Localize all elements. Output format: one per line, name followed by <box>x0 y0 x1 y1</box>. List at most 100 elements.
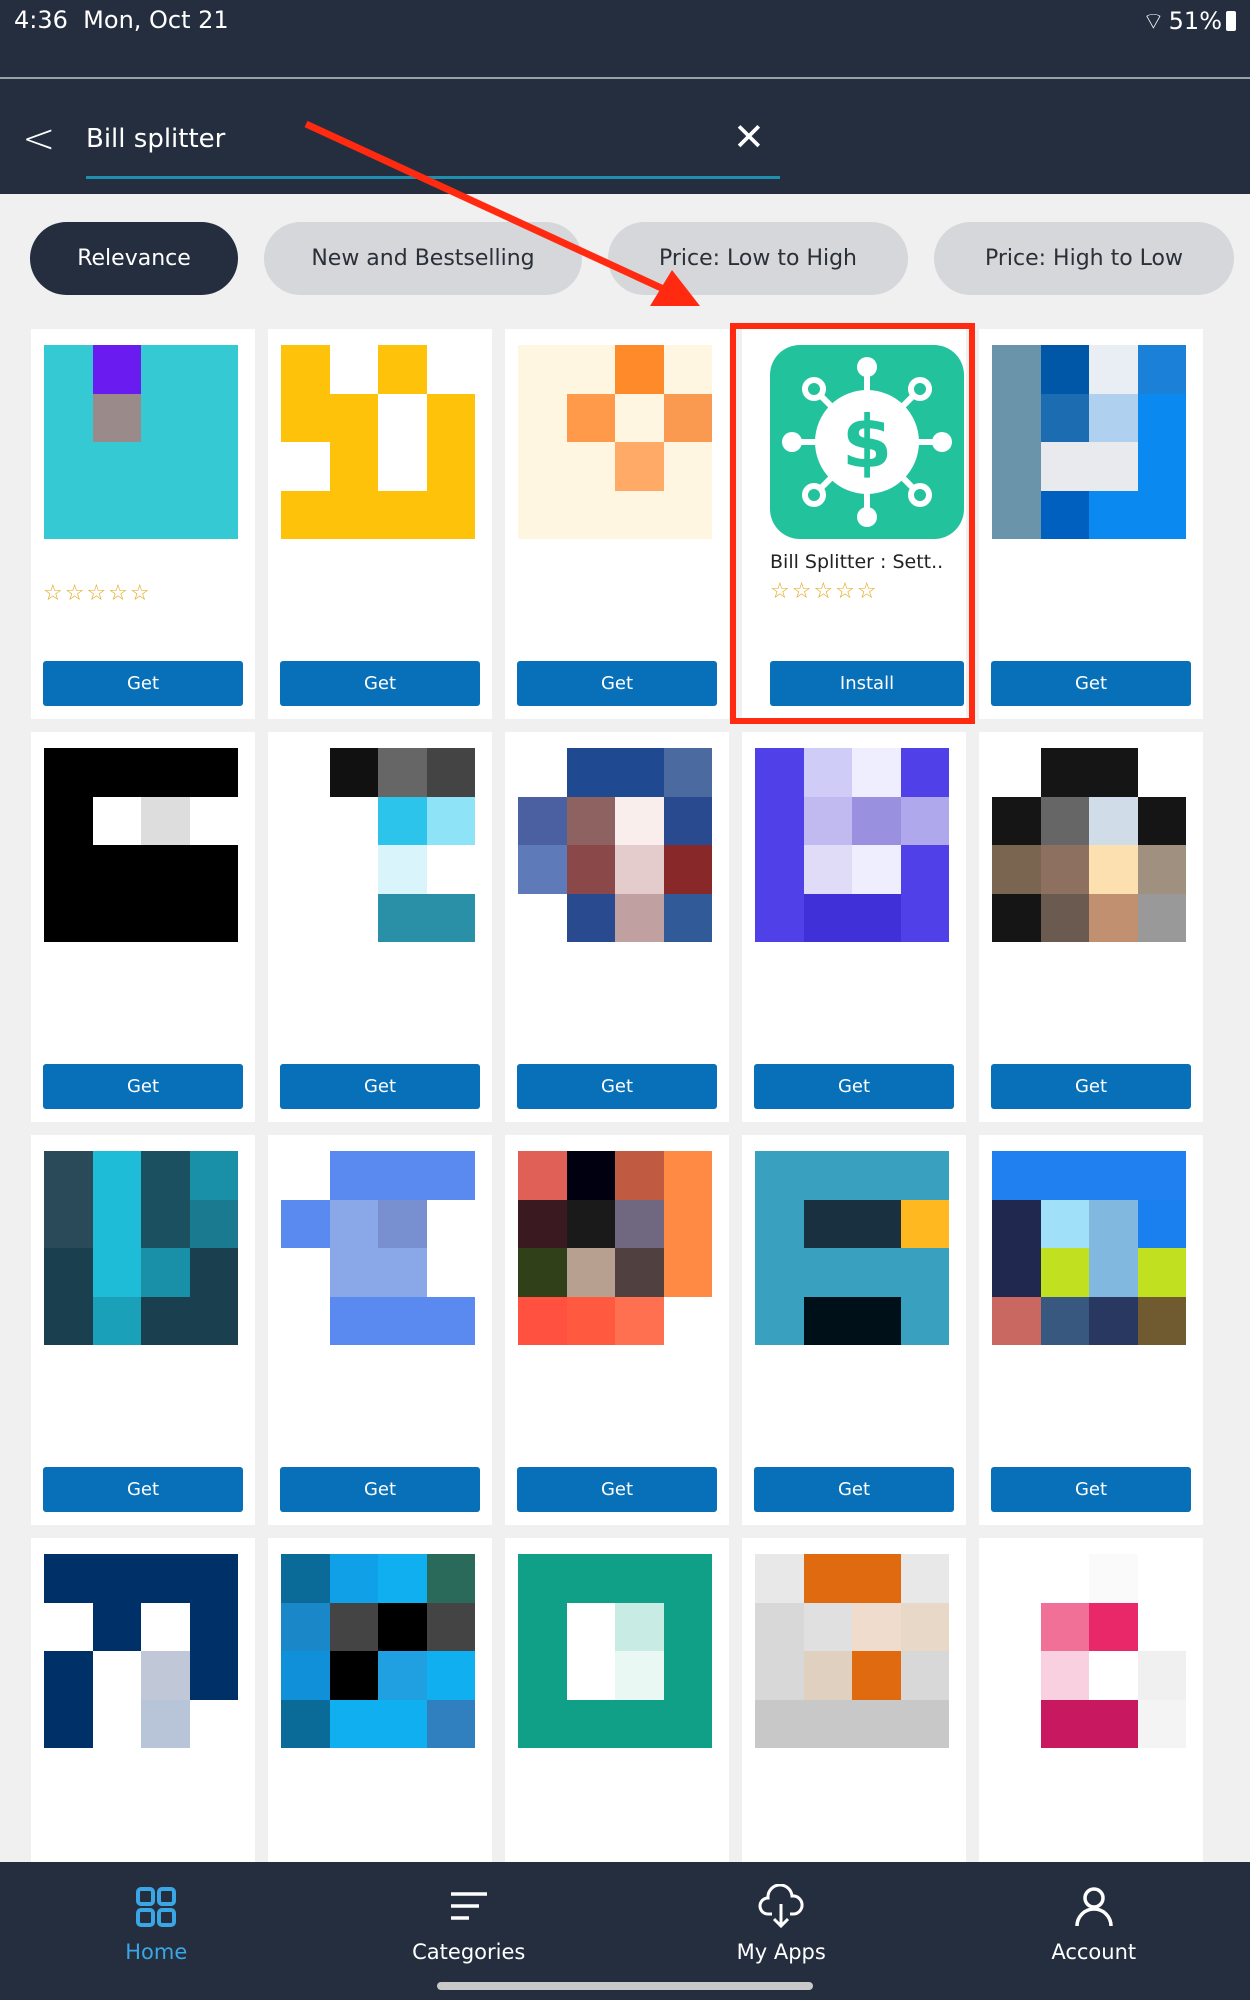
app-icon <box>755 1151 949 1345</box>
icon-pixel <box>189 845 238 894</box>
app-card[interactable]: Get <box>31 732 255 1122</box>
get-button[interactable]: Get <box>43 1467 243 1512</box>
get-button[interactable]: Get <box>517 661 717 706</box>
icon-pixel <box>329 442 378 491</box>
icon-pixel <box>518 748 567 797</box>
icon-pixel <box>852 1296 901 1345</box>
icon-pixel <box>92 796 141 845</box>
icon-pixel <box>615 393 664 442</box>
app-card[interactable]: Get <box>268 732 492 1122</box>
get-button[interactable]: Get <box>754 1064 954 1109</box>
icon-pixel <box>44 1699 93 1748</box>
get-button[interactable]: Get <box>280 1467 480 1512</box>
app-icon <box>281 1151 475 1345</box>
get-button[interactable]: Get <box>754 1467 954 1512</box>
icon-pixel <box>518 1651 567 1700</box>
app-card[interactable]: Get <box>979 1135 1203 1525</box>
icon-pixel <box>378 1602 427 1651</box>
icon-pixel <box>663 1554 712 1603</box>
app-card[interactable]: Get <box>505 1135 729 1525</box>
icon-pixel <box>663 845 712 894</box>
app-card[interactable]: Get <box>742 732 966 1122</box>
icon-pixel <box>663 1199 712 1248</box>
icon-pixel <box>141 1699 190 1748</box>
icon-pixel <box>281 845 330 894</box>
get-button[interactable]: Get <box>991 1064 1191 1109</box>
get-button[interactable]: Get <box>991 1467 1191 1512</box>
icon-pixel <box>189 1296 238 1345</box>
icon-pixel <box>1137 1651 1186 1700</box>
nav-label: Categories <box>412 1940 526 1964</box>
icon-pixel <box>992 1554 1041 1603</box>
install-button[interactable]: Install <box>770 661 964 706</box>
icon-pixel <box>518 1699 567 1748</box>
icon-pixel <box>329 1296 378 1345</box>
icon-pixel <box>663 1602 712 1651</box>
icon-pixel <box>1040 1248 1089 1297</box>
home-indicator[interactable] <box>437 1982 813 1990</box>
annotation-arrow <box>304 120 700 306</box>
app-card[interactable]: Get <box>505 732 729 1122</box>
icon-pixel <box>92 1651 141 1700</box>
get-button[interactable]: Get <box>991 661 1191 706</box>
icon-pixel <box>426 1199 475 1248</box>
app-card[interactable]: Get <box>979 732 1203 1122</box>
icon-pixel <box>92 1699 141 1748</box>
icon-pixel <box>900 893 949 942</box>
icon-pixel <box>281 393 330 442</box>
icon-pixel <box>803 1296 852 1345</box>
icon-pixel <box>803 845 852 894</box>
icon-pixel <box>426 393 475 442</box>
icon-pixel <box>615 1199 664 1248</box>
app-card[interactable]: Get <box>268 1135 492 1525</box>
icon-pixel <box>518 1248 567 1297</box>
icon-pixel <box>566 490 615 539</box>
icon-pixel <box>518 1296 567 1345</box>
icon-pixel <box>44 1651 93 1700</box>
app-icon <box>755 1554 949 1748</box>
app-card[interactable]: Get <box>742 1135 966 1525</box>
icon-pixel <box>1089 442 1138 491</box>
icon-pixel <box>329 393 378 442</box>
icon-pixel <box>281 1602 330 1651</box>
icon-pixel <box>141 845 190 894</box>
icon-pixel <box>44 1151 93 1200</box>
icon-pixel <box>378 393 427 442</box>
icon-pixel <box>803 748 852 797</box>
icon-pixel <box>852 845 901 894</box>
icon-pixel <box>1089 1248 1138 1297</box>
get-button[interactable]: Get <box>280 661 480 706</box>
get-button[interactable]: Get <box>517 1064 717 1109</box>
app-card[interactable]: Get <box>31 1135 255 1525</box>
icon-pixel <box>566 1602 615 1651</box>
icon-pixel <box>378 1554 427 1603</box>
nav-account[interactable]: Account <box>938 1862 1250 2000</box>
nav-my-apps[interactable]: My Apps <box>625 1862 938 2000</box>
icon-pixel <box>44 1296 93 1345</box>
icon-pixel <box>518 1151 567 1200</box>
icon-pixel <box>992 1699 1041 1748</box>
icon-pixel <box>1089 796 1138 845</box>
icon-pixel <box>189 1602 238 1651</box>
icon-pixel <box>1137 1554 1186 1603</box>
icon-pixel <box>1089 1651 1138 1700</box>
icon-pixel <box>1040 393 1089 442</box>
icon-pixel <box>1040 845 1089 894</box>
icon-pixel <box>803 1602 852 1651</box>
icon-pixel <box>92 845 141 894</box>
get-button[interactable]: Get <box>43 661 243 706</box>
icon-pixel <box>189 1151 238 1200</box>
app-icon <box>281 1554 475 1748</box>
nav-home[interactable]: Home <box>0 1862 313 2000</box>
icon-pixel <box>1089 393 1138 442</box>
icon-pixel <box>615 893 664 942</box>
get-button[interactable]: Get <box>517 1467 717 1512</box>
nav-categories[interactable]: Categories <box>313 1862 626 2000</box>
icon-pixel <box>378 845 427 894</box>
icon-pixel <box>92 442 141 491</box>
get-button[interactable]: Get <box>280 1064 480 1109</box>
get-button[interactable]: Get <box>43 1064 243 1109</box>
app-grid: ☆☆☆☆☆ Get Get Get $ Bill Splitter : Sett.. ☆… <box>31 329 1203 1928</box>
icon-pixel <box>44 845 93 894</box>
icon-pixel <box>615 748 664 797</box>
